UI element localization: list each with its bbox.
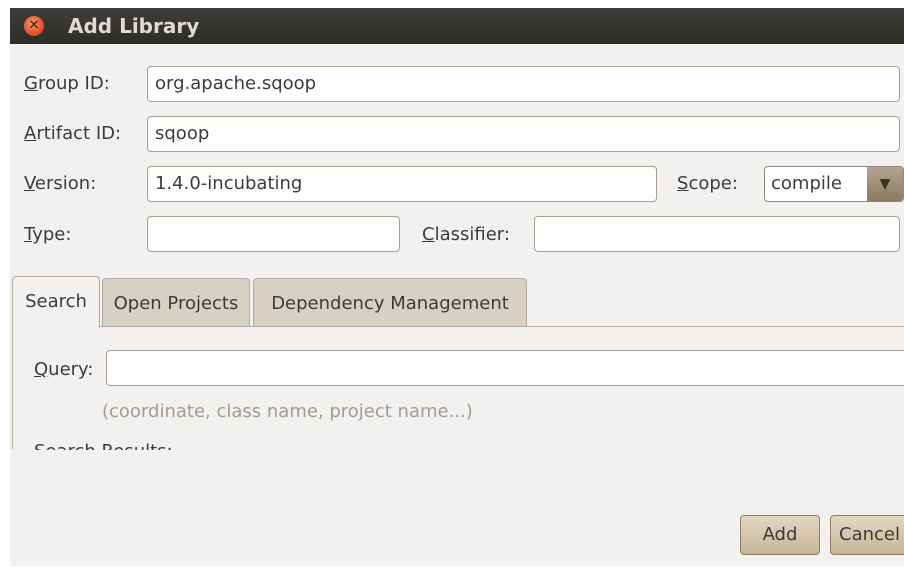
classifier-input[interactable]: [534, 216, 900, 252]
chevron-down-icon[interactable]: ▼: [867, 167, 903, 201]
type-input[interactable]: [147, 216, 400, 252]
search-tab-panel: [12, 326, 904, 449]
cancel-button[interactable]: Cancel: [830, 515, 904, 555]
query-input[interactable]: [106, 350, 904, 386]
scope-value: compile: [771, 173, 842, 194]
artifact-id-label: Artifact ID:: [24, 123, 122, 144]
group-id-input[interactable]: org.apache.sqoop: [147, 66, 900, 102]
search-results-label: Search Results:: [34, 440, 173, 450]
scope-select[interactable]: compile ▼: [764, 166, 904, 202]
scope-label: Scope:: [677, 173, 738, 194]
classifier-label: Classifier:: [422, 224, 510, 245]
add-library-dialog: ✕ Add Library Group ID: org.apache.sqoop…: [10, 8, 904, 566]
query-hint: (coordinate, class name, project name...…: [102, 401, 473, 422]
title-bar: ✕ Add Library: [10, 8, 904, 44]
type-label: Type:: [24, 224, 72, 245]
add-button[interactable]: Add: [740, 515, 820, 555]
window-title: Add Library: [68, 14, 200, 38]
group-id-label: Group ID:: [24, 73, 110, 94]
version-input[interactable]: 1.4.0-incubating: [147, 166, 657, 202]
close-icon[interactable]: ✕: [24, 16, 44, 36]
version-label: Version:: [24, 173, 97, 194]
query-label: Query:: [34, 359, 94, 380]
artifact-id-input[interactable]: sqoop: [147, 116, 900, 152]
tab-open-projects[interactable]: Open Projects: [102, 278, 250, 326]
tab-search[interactable]: Search: [12, 276, 100, 328]
tab-dependency-management[interactable]: Dependency Management: [253, 278, 527, 326]
